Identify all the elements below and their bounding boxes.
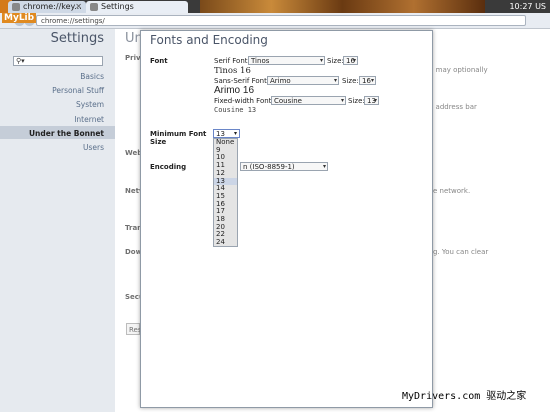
sidebar-item-personal-stuff[interactable]: Personal Stuff (52, 86, 104, 95)
chevron-down-icon: ▾ (340, 97, 344, 104)
search-input[interactable]: ⚲▾ (13, 56, 103, 66)
sidebar-item-system[interactable]: System (76, 100, 104, 109)
sidebar: Settings ⚲▾ Basics Personal Stuff System… (0, 29, 115, 412)
sidebar-item-basics[interactable]: Basics (80, 72, 104, 81)
min-font-size-value: 13 (216, 130, 225, 138)
sans-font-value: Arimo (270, 77, 291, 85)
serif-font-label: Serif Font: (214, 57, 250, 65)
min-font-label-line1: Minimum Font (150, 130, 207, 138)
serif-font-value: Tinos (251, 57, 270, 65)
sans-preview: Arimo 16 (214, 85, 255, 96)
fixed-size-label: Size: (348, 97, 365, 105)
tab-strip: chrome://key... ✕ Settings 10:27 US (0, 0, 550, 13)
sans-size-select[interactable]: 16 ▾ (359, 76, 376, 85)
tab-keyboard[interactable]: chrome://key... ✕ (8, 1, 86, 13)
fixed-font-label: Fixed-width Font: (214, 97, 274, 105)
fixed-font-select[interactable]: Cousine ▾ (271, 96, 346, 105)
tab-settings[interactable]: Settings (86, 1, 188, 13)
sidebar-title: Settings (50, 31, 104, 46)
close-icon[interactable]: ✕ (75, 1, 82, 13)
sidebar-item-users[interactable]: Users (83, 143, 104, 152)
sans-size-value: 16 (362, 77, 371, 85)
serif-size-label: Size: (327, 57, 344, 65)
chevron-down-icon: ▾ (233, 130, 237, 137)
tab-label: chrome://key... (23, 2, 82, 11)
sans-size-label: Size: (342, 77, 359, 85)
font-section-label: Font (150, 57, 168, 65)
sidebar-item-under-the-bonnet[interactable]: Under the Bonnet (29, 129, 104, 138)
min-font-size-select[interactable]: 13 ▾ (213, 129, 240, 138)
search-icon: ⚲▾ (16, 57, 25, 65)
dialog-title: Fonts and Encoding (150, 33, 268, 47)
sans-font-label: Sans-Serif Font: (214, 77, 270, 85)
chevron-down-icon: ▾ (370, 77, 374, 84)
clock: 10:27 US (509, 2, 546, 11)
encoding-select[interactable]: n (ISO-8859-1) ▾ (240, 162, 328, 171)
fixed-size-select[interactable]: 13 ▾ (364, 96, 379, 105)
sidebar-item-internet[interactable]: Internet (74, 115, 104, 124)
address-bar[interactable]: chrome://settings/ (36, 15, 526, 26)
min-font-size-options: None 9 10 11 12 13 14 15 16 17 18 20 22 … (213, 138, 238, 247)
tab-label: Settings (101, 2, 134, 11)
fonts-encoding-dialog: Fonts and Encoding Font Serif Font: Tino… (140, 30, 433, 408)
serif-preview: Tinos 16 (214, 66, 251, 76)
fixed-preview: Cousine 13 (214, 106, 257, 114)
min-font-label-line2: Size (150, 138, 167, 146)
toolbar: ‹ › chrome://settings/ (0, 13, 550, 29)
chevron-down-icon: ▾ (319, 57, 323, 64)
serif-size-select[interactable]: 16 ▾ (343, 56, 358, 65)
chevron-down-icon: ▾ (322, 163, 326, 170)
watermark: MyDrivers.com 驱动之家 (402, 391, 527, 402)
fixed-font-value: Cousine (274, 97, 302, 105)
decorative-banner (200, 0, 485, 13)
serif-font-select[interactable]: Tinos ▾ (248, 56, 325, 65)
page-icon (12, 2, 20, 11)
encoding-value: n (ISO-8859-1) (243, 163, 295, 171)
chevron-down-icon: ▾ (333, 77, 337, 84)
chevron-down-icon: ▾ (352, 57, 356, 64)
app-label: MyLib (2, 13, 37, 23)
chevron-down-icon: ▾ (373, 97, 377, 104)
settings-icon (90, 2, 98, 11)
sans-font-select[interactable]: Arimo ▾ (267, 76, 339, 85)
option-24[interactable]: 24 (214, 238, 237, 247)
encoding-label: Encoding (150, 163, 187, 171)
